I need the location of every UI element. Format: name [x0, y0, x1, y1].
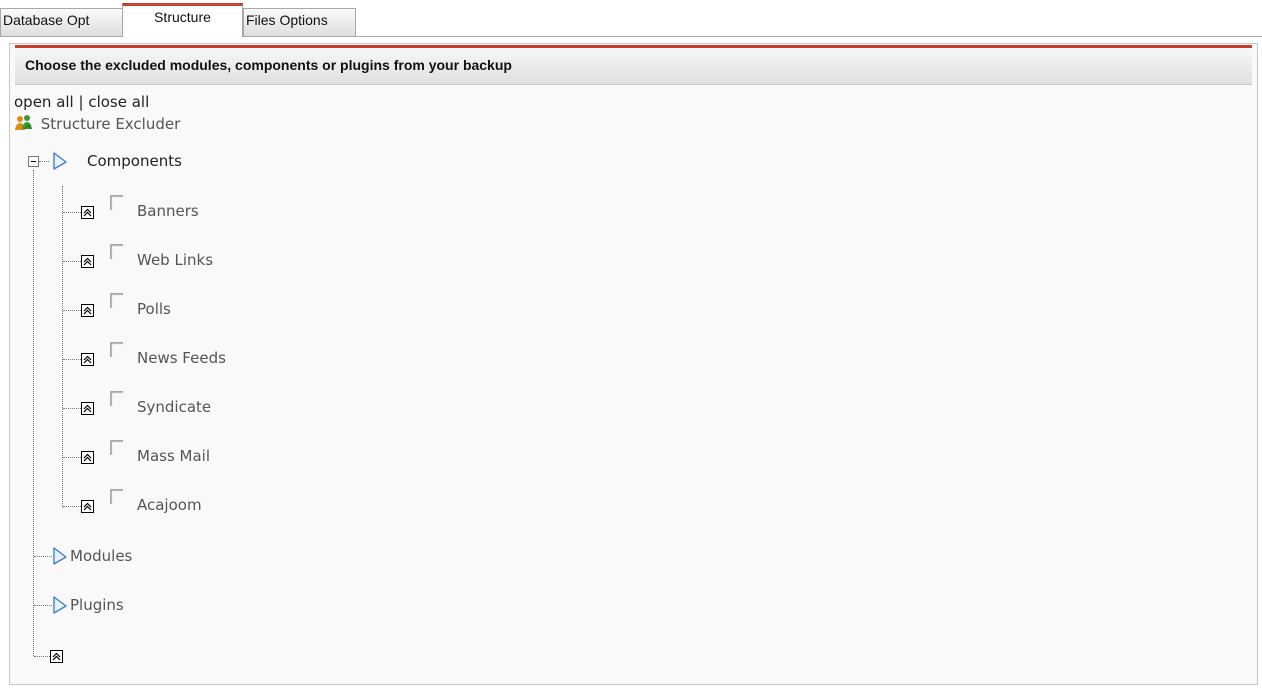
panel-heading: Choose the excluded modules, components …	[15, 45, 1252, 85]
component-item-label[interactable]: Polls	[137, 300, 171, 318]
tab-bar: Database Opt Structure Files Options	[0, 0, 1262, 37]
item-arrows-icon	[81, 255, 94, 268]
exclude-checkbox[interactable]	[110, 489, 123, 504]
item-arrows-icon	[81, 451, 94, 464]
tree-branch	[63, 310, 81, 311]
component-item-label[interactable]: Syndicate	[137, 398, 211, 416]
plugins-node-label[interactable]: Plugins	[70, 596, 124, 614]
tree-branch	[63, 359, 81, 360]
component-item-label[interactable]: Mass Mail	[137, 447, 210, 465]
folder-triangle-icon	[53, 152, 67, 170]
open-all-link[interactable]: open all	[14, 93, 74, 111]
collapse-minus-icon[interactable]	[28, 156, 39, 167]
item-arrows-icon	[81, 206, 94, 219]
item-arrows-icon	[81, 353, 94, 366]
exclude-checkbox[interactable]	[110, 293, 123, 308]
folder-triangle-icon	[53, 596, 67, 614]
tab-structure[interactable]: Structure	[122, 3, 243, 37]
tree-branch	[63, 408, 81, 409]
exclude-checkbox[interactable]	[110, 440, 123, 455]
tree-root[interactable]: Structure Excluder	[14, 114, 180, 133]
tab-database-options[interactable]: Database Opt	[0, 8, 124, 36]
component-item-label[interactable]: Acajoom	[137, 496, 202, 514]
component-item-label[interactable]: News Feeds	[137, 349, 226, 367]
exclude-checkbox[interactable]	[110, 342, 123, 357]
tree-branch	[34, 656, 50, 657]
tree-root-label: Structure Excluder	[40, 115, 181, 133]
exclude-checkbox[interactable]	[110, 195, 123, 210]
close-all-link[interactable]: close all	[88, 93, 149, 111]
tree-branch	[63, 212, 81, 213]
component-item-label[interactable]: Banners	[137, 202, 199, 220]
tree-controls: open all | close all	[14, 93, 149, 111]
tree-branch	[63, 457, 81, 458]
item-arrows-icon	[81, 304, 94, 317]
users-icon	[14, 114, 36, 132]
tree-branch	[63, 506, 81, 507]
folder-triangle-icon	[53, 547, 67, 565]
item-arrows-icon	[81, 500, 94, 513]
tree-line-components	[62, 186, 63, 508]
modules-node-label[interactable]: Modules	[70, 547, 132, 565]
tree-branch	[63, 261, 81, 262]
item-arrows-icon	[81, 402, 94, 415]
tree-branch	[39, 161, 49, 162]
components-node-label[interactable]: Components	[87, 152, 182, 170]
tree-controls-separator: |	[73, 93, 89, 111]
tree-line-root	[33, 170, 34, 656]
tab-files-options[interactable]: Files Options	[243, 8, 356, 36]
component-item-label[interactable]: Web Links	[137, 251, 213, 269]
exclude-checkbox[interactable]	[110, 391, 123, 406]
tree-branch	[34, 605, 52, 606]
exclude-checkbox[interactable]	[110, 244, 123, 259]
item-arrows-icon	[50, 650, 63, 663]
tree-branch	[34, 556, 52, 557]
